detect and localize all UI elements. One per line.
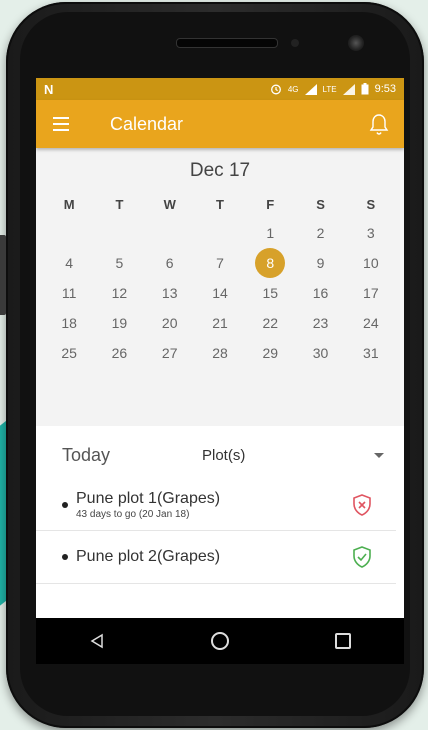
proximity-sensor	[291, 39, 299, 47]
calendar-day[interactable]: 28	[195, 338, 245, 368]
plot-list-item[interactable]: Pune plot 1(Grapes) 43 days to go (20 Ja…	[36, 480, 396, 531]
network-lte-label: LTE	[322, 84, 337, 94]
plot-dropdown[interactable]: Plot(s)	[202, 447, 374, 464]
calendar-day[interactable]: 29	[245, 338, 295, 368]
calendar-day[interactable]: 10	[346, 248, 396, 278]
status-icons: 4G LTE 9:53	[270, 83, 396, 95]
alarm-icon	[270, 84, 281, 95]
status-time: 9:53	[374, 83, 396, 95]
calendar-day[interactable]: 22	[245, 308, 295, 338]
signal-icon-2	[342, 83, 355, 95]
calendar-week-row: 18 19 20 21 22 23 24	[36, 308, 404, 338]
calendar-day[interactable]: 4	[44, 248, 94, 278]
front-camera	[348, 35, 364, 51]
calendar-day[interactable]: 11	[44, 278, 94, 308]
calendar-day[interactable]: 23	[295, 308, 345, 338]
status-bar: N 4G LTE 9:53	[36, 78, 404, 100]
app-bar: Calendar	[36, 100, 404, 148]
calendar-day[interactable]: 9	[295, 248, 345, 278]
app-title: Calendar	[110, 113, 184, 134]
today-header: Today Plot(s)	[36, 426, 404, 480]
network-4g-label: 4G	[287, 84, 299, 94]
calendar-day[interactable]: 6	[145, 248, 195, 278]
calendar-day[interactable]: 17	[346, 278, 396, 308]
calendar-day[interactable]: 13	[145, 278, 195, 308]
shield-check-icon	[353, 546, 371, 568]
calendar-day[interactable]: 5	[94, 248, 144, 278]
calendar-day[interactable]: 15	[245, 278, 295, 308]
weekday-label: F	[266, 197, 275, 212]
calendar-day[interactable]: 25	[44, 338, 94, 368]
month-label[interactable]: Dec 17	[36, 156, 404, 192]
calendar-day[interactable]: 3	[346, 218, 396, 248]
weekday-label: S	[366, 197, 376, 212]
plot-list-item[interactable]: Pune plot 2(Grapes)	[36, 531, 396, 584]
calendar-empty-cell	[145, 218, 195, 248]
weekday-label: T	[216, 197, 224, 212]
back-icon[interactable]	[89, 633, 105, 649]
battery-icon	[361, 83, 369, 95]
calendar-empty-cell	[195, 218, 245, 248]
bullet-icon	[62, 554, 68, 560]
calendar-week-row: 11 12 13 14 15 16 17	[36, 278, 404, 308]
calendar-day[interactable]: 18	[44, 308, 94, 338]
calendar-day[interactable]: 1	[245, 218, 295, 248]
plot-title: Pune plot 1(Grapes)	[76, 490, 221, 507]
calendar-day[interactable]: 19	[94, 308, 144, 338]
home-icon[interactable]	[211, 632, 229, 650]
weekday-label: T	[115, 197, 124, 212]
calendar-day[interactable]: 21	[195, 308, 245, 338]
calendar-day[interactable]: 30	[295, 338, 345, 368]
app-screen: N 4G LTE 9:53 Calendar Dec 17 M T W T F …	[36, 78, 404, 664]
calendar-day[interactable]: 20	[145, 308, 195, 338]
calendar-week-row: 123	[36, 218, 404, 248]
android-nav-bar	[36, 618, 404, 664]
calendar-day[interactable]: 27	[145, 338, 195, 368]
calendar-empty-cell	[94, 218, 144, 248]
calendar-empty-cell	[44, 218, 94, 248]
signal-icon	[304, 83, 317, 95]
calendar-view: Dec 17 M T W T F S S 1 2 3 4 5 6 7 8 9 10 11 12 13 14…	[36, 148, 404, 426]
plot-list-section: Today Plot(s) Pune plot 1(Grapes) 43 day…	[36, 426, 404, 584]
nfc-icon: N	[44, 81, 54, 97]
calendar-week-row: 4 5 6 7 8 9 10	[36, 248, 404, 278]
bullet-icon	[62, 502, 68, 508]
speaker-grille	[176, 38, 278, 48]
hamburger-menu-icon[interactable]	[36, 117, 86, 131]
today-label: Today	[62, 444, 111, 465]
dropdown-arrow-icon[interactable]	[374, 452, 384, 458]
weekday-label: W	[163, 197, 176, 212]
calendar-day[interactable]: 7	[195, 248, 245, 278]
weekday-label: S	[316, 197, 325, 212]
weekday-header: M T W T F S S	[36, 192, 404, 218]
plot-title: Pune plot 2(Grapes)	[76, 548, 221, 565]
calendar-week-row: 25 26 27 28 29 30 31	[36, 338, 404, 368]
weekday-label: M	[63, 197, 75, 212]
plot-countdown: 43 days to go (20 Jan 18)	[76, 509, 190, 520]
calendar-day[interactable]: 14	[195, 278, 245, 308]
calendar-grid: 1 2 3 4 5 6 7 8 9 10 11 12 13 14 15 16 17 18 19 20 21 22 23 24 2…	[36, 218, 404, 368]
bell-icon[interactable]	[354, 113, 404, 135]
volume-button	[0, 235, 6, 315]
calendar-day[interactable]: 31	[346, 338, 396, 368]
calendar-day[interactable]: 26	[94, 338, 144, 368]
shield-x-icon	[353, 494, 371, 516]
recent-apps-icon[interactable]	[335, 633, 351, 649]
calendar-day[interactable]: 8	[245, 248, 295, 278]
calendar-day[interactable]: 16	[295, 278, 345, 308]
calendar-day[interactable]: 12	[94, 278, 144, 308]
calendar-day[interactable]: 24	[346, 308, 396, 338]
calendar-day[interactable]: 2	[295, 218, 345, 248]
